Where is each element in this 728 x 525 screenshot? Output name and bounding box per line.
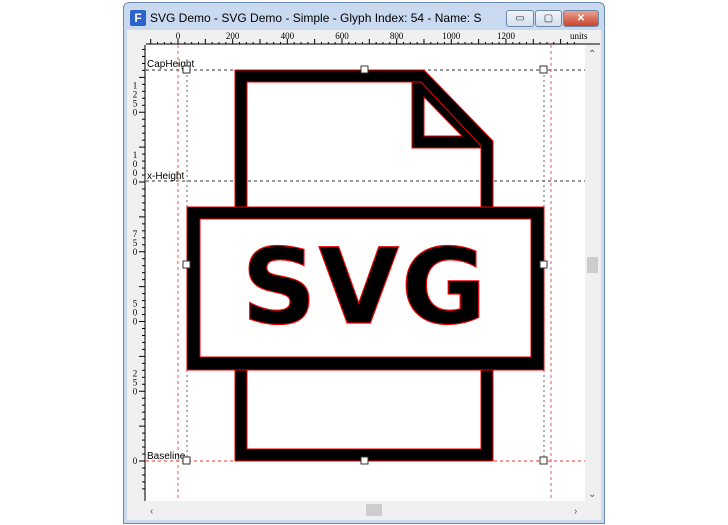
ruler-label-top: 0 <box>176 31 181 41</box>
ruler-label-left: 0 <box>133 247 138 257</box>
ruler-label-top: 1000 <box>442 31 461 41</box>
units-label: units <box>570 31 588 41</box>
ruler-label-left: 0 <box>133 107 138 117</box>
ruler-label-top: 400 <box>281 31 295 41</box>
baseline-label: Baseline <box>147 451 186 462</box>
ruler-label-left: 0 <box>133 386 138 396</box>
ruler-label-left: 0 <box>133 177 138 187</box>
x-height-label: x-Height <box>147 171 184 182</box>
ruler-label-top: 600 <box>335 31 349 41</box>
scroll-down-icon[interactable]: ⌄ <box>588 489 596 500</box>
vertical-scroll-thumb[interactable] <box>587 257 598 273</box>
ruler-label-top: 200 <box>226 31 240 41</box>
scroll-left-icon[interactable]: ‹ <box>150 506 153 517</box>
scroll-up-icon[interactable]: ⌃ <box>588 49 596 60</box>
scroll-right-icon[interactable]: › <box>574 506 577 517</box>
glyph-svg-text: SVG <box>242 226 489 348</box>
horizontal-scrollbar[interactable] <box>146 502 585 518</box>
ruler-label-top: 800 <box>390 31 404 41</box>
ruler-label-left: 0 <box>133 317 138 327</box>
horizontal-scroll-thumb[interactable] <box>366 504 382 516</box>
glyph-editor-canvas[interactable]: 0 200 400 600 800 1000 1200125010007505002500 … <box>0 0 728 525</box>
ruler-label-left: 0 <box>133 456 138 466</box>
ruler-label-top: 1200 <box>497 31 516 41</box>
